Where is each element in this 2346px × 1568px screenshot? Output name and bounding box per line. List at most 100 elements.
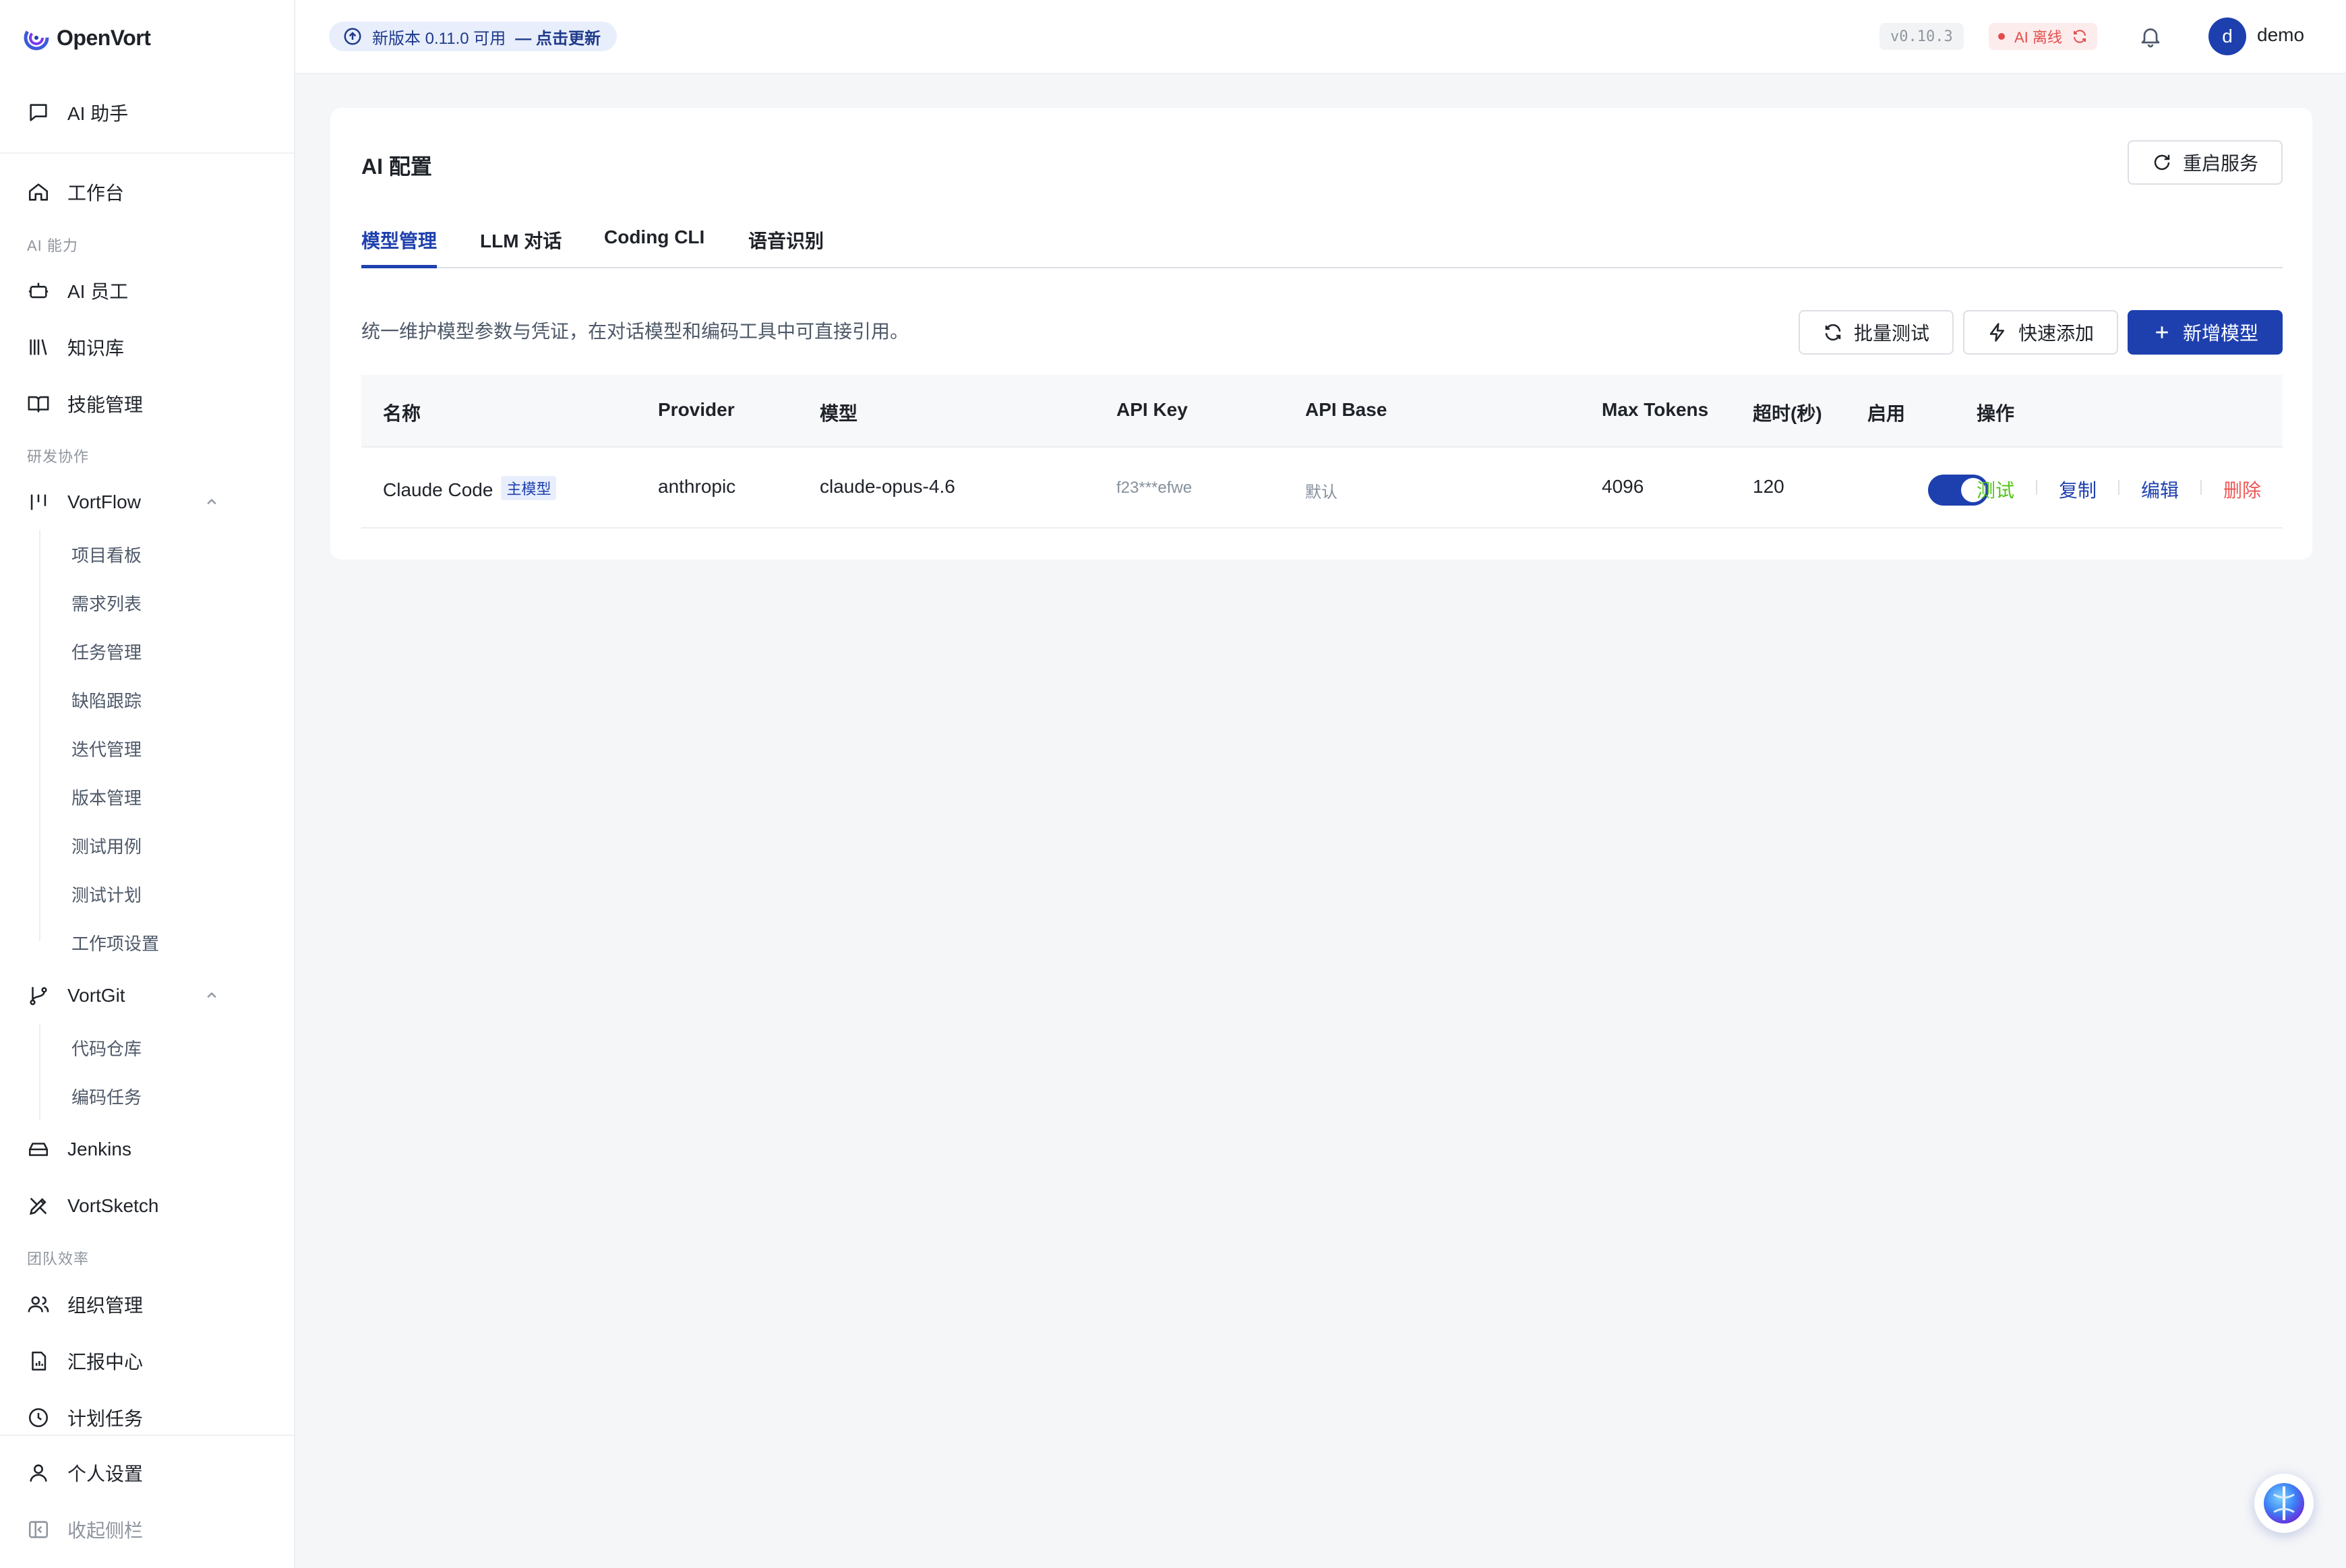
- sidebar-item-skills[interactable]: 技能管理: [0, 382, 294, 426]
- column-header-model: 模型: [820, 403, 858, 424]
- sidebar-section-ai: AI 能力: [27, 237, 78, 254]
- users-icon: [26, 1292, 51, 1317]
- column-header-timeout: 超时(秒): [1753, 403, 1822, 424]
- sidebar-item-label: 计划任务: [67, 1408, 144, 1429]
- sidebar-item-jenkins[interactable]: Jenkins: [0, 1127, 294, 1172]
- tab-llm-chat[interactable]: LLM 对话: [480, 227, 562, 268]
- edit-action-link[interactable]: 编辑: [2141, 476, 2179, 503]
- user-avatar[interactable]: d: [2208, 18, 2246, 55]
- update-text: 新版本 0.11.0 可用: [372, 29, 506, 48]
- sidebar-item-label: AI 员工: [67, 281, 129, 302]
- sidebar-item-vortgit[interactable]: VortGit: [0, 973, 294, 1018]
- test-action-link[interactable]: 测试: [1977, 476, 2014, 503]
- delete-action-link[interactable]: 删除: [2223, 476, 2261, 503]
- library-icon: [26, 334, 51, 360]
- report-icon: [26, 1348, 51, 1374]
- sidebar-item-label: 汇报中心: [67, 1352, 144, 1373]
- app-name: OpenVort: [57, 25, 151, 50]
- notification-bell-icon[interactable]: [2134, 20, 2167, 53]
- add-model-button[interactable]: 新增模型: [2128, 310, 2283, 355]
- status-dot: [1998, 33, 2005, 40]
- api-key-cell: f23***efwe: [1116, 479, 1193, 497]
- robot-icon: [26, 278, 51, 303]
- sidebar-item-knowledge[interactable]: 知识库: [0, 325, 294, 369]
- sidebar-item-label: VortGit: [67, 985, 125, 1006]
- sidebar-subitem-coding-tasks[interactable]: 编码任务: [71, 1076, 142, 1116]
- sidebar-item-vortsketch[interactable]: VortSketch: [0, 1184, 294, 1228]
- floating-assistant-button[interactable]: [2254, 1474, 2314, 1533]
- sidebar-subitem-test-plans[interactable]: 测试计划: [71, 874, 142, 914]
- book-open-icon: [26, 391, 51, 417]
- sidebar-item-ai-assistant[interactable]: AI 助手: [0, 90, 294, 135]
- ai-status-badge[interactable]: AI 离线: [1989, 23, 2097, 50]
- sidebar-collapse-button[interactable]: 收起侧栏: [0, 1507, 294, 1552]
- plus-icon: [2156, 326, 2168, 338]
- models-table: 名称 Provider 模型 API Key API Base Max Toke…: [361, 375, 2283, 529]
- sidebar-subitem-workitem-settings[interactable]: 工作项设置: [71, 922, 159, 963]
- sidebar-subitem-requirements[interactable]: 需求列表: [71, 582, 142, 623]
- sidebar-item-schedule[interactable]: 计划任务: [0, 1395, 294, 1440]
- sidebar-subitem-repos[interactable]: 代码仓库: [71, 1027, 142, 1068]
- chat-icon: [26, 100, 51, 125]
- column-header-max-tokens: Max Tokens: [1602, 399, 1709, 420]
- quick-add-button[interactable]: 快速添加: [1963, 310, 2118, 355]
- sidebar-item-label: 知识库: [67, 338, 125, 359]
- sidebar-item-workbench[interactable]: 工作台: [0, 170, 294, 214]
- upload-circle-icon: [344, 28, 361, 45]
- openvort-logo-icon: [24, 25, 49, 51]
- sidebar: OpenVort AI 助手 工作台 AI 能力 AI 员工 知识库 技能管理 …: [0, 0, 295, 1568]
- update-available-banner[interactable]: 新版本 0.11.0 可用 — 点击更新: [329, 22, 617, 51]
- column-header-provider: Provider: [658, 399, 735, 420]
- sidebar-subitem-bugs[interactable]: 缺陷跟踪: [71, 680, 142, 720]
- sidebar-subitem-project-board[interactable]: 项目看板: [71, 534, 142, 574]
- app-logo[interactable]: OpenVort: [23, 22, 151, 54]
- restart-service-button[interactable]: 重启服务: [2128, 140, 2283, 185]
- column-header-enabled: 启用: [1867, 403, 1906, 424]
- sidebar-item-report[interactable]: 汇报中心: [0, 1339, 294, 1383]
- sidebar-item-vortflow[interactable]: VortFlow: [0, 480, 294, 524]
- button-label: 新增模型: [2182, 323, 2258, 344]
- config-tabs: 模型管理 LLM 对话 Coding CLI 语音识别: [361, 227, 2283, 268]
- sidebar-item-label: VortFlow: [67, 491, 141, 512]
- sidebar-item-org[interactable]: 组织管理: [0, 1282, 294, 1327]
- chevron-up-icon: [207, 498, 216, 505]
- sidebar-item-label: 技能管理: [67, 394, 144, 415]
- pen-tool-icon: [26, 1193, 51, 1219]
- chevron-up-icon: [207, 992, 216, 998]
- copy-action-link[interactable]: 复制: [2059, 476, 2097, 503]
- primary-model-tag: 主模型: [501, 476, 557, 500]
- clock-icon: [26, 1405, 51, 1430]
- tab-speech-recognition[interactable]: 语音识别: [748, 227, 824, 268]
- home-icon: [26, 179, 51, 205]
- sidebar-subitem-iterations[interactable]: 迭代管理: [71, 728, 142, 768]
- action-separator: [2118, 480, 2119, 495]
- sidebar-divider: [0, 1435, 294, 1436]
- sidebar-subitem-test-cases[interactable]: 测试用例: [71, 825, 142, 866]
- provider-cell: anthropic: [658, 476, 736, 497]
- username[interactable]: demo: [2257, 24, 2304, 46]
- refresh-icon[interactable]: [2072, 28, 2088, 44]
- sidebar-item-label: AI 助手: [67, 103, 129, 124]
- table-row: Claude Code 主模型 anthropic claude-opus-4.6…: [361, 448, 2283, 529]
- sidebar-item-ai-staff[interactable]: AI 员工: [0, 268, 294, 313]
- timeout-cell: 120: [1753, 476, 1784, 497]
- button-label: 批量测试: [1853, 323, 1929, 344]
- server-icon: [26, 1137, 51, 1162]
- sidebar-subitem-tasks[interactable]: 任务管理: [71, 631, 142, 671]
- button-label: 重启服务: [2182, 153, 2258, 174]
- collapse-sidebar-icon: [26, 1517, 51, 1542]
- rotate-icon: [2154, 154, 2170, 171]
- sidebar-subitem-versions[interactable]: 版本管理: [71, 777, 142, 817]
- sidebar-item-label: 组织管理: [67, 1295, 144, 1316]
- tab-model-management[interactable]: 模型管理: [361, 227, 438, 268]
- sidebar-item-label: VortSketch: [67, 1195, 159, 1216]
- sidebar-item-label: Jenkins: [67, 1139, 131, 1159]
- sidebar-item-personal-settings[interactable]: 个人设置: [0, 1451, 294, 1495]
- column-header-api-base: API Base: [1305, 399, 1387, 420]
- update-link[interactable]: — 点击更新: [515, 25, 601, 49]
- tab-coding-cli[interactable]: Coding CLI: [604, 227, 704, 268]
- column-header-name: 名称: [383, 403, 421, 424]
- batch-test-button[interactable]: 批量测试: [1799, 310, 1954, 355]
- sidebar-item-label: 收起侧栏: [67, 1520, 144, 1541]
- ai-config-card: AI 配置 重启服务 模型管理 LLM 对话 Coding CLI 语音识别 统…: [330, 108, 2312, 560]
